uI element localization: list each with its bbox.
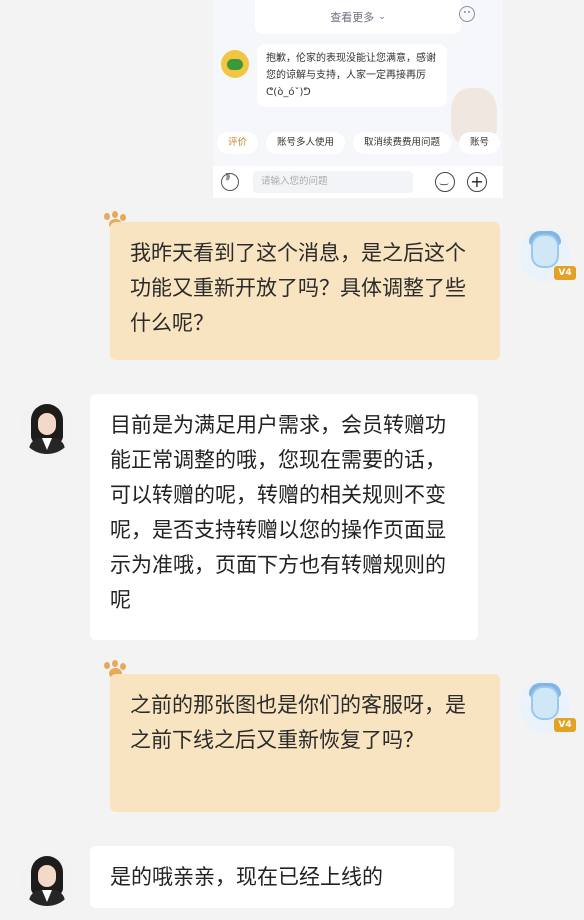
emoji-icon[interactable] — [435, 172, 455, 192]
chip-account[interactable]: 账号 — [459, 132, 501, 154]
chip-multi-user[interactable]: 账号多人使用 — [266, 132, 346, 154]
user-avatar-head — [531, 686, 559, 720]
user-avatar: V4 — [520, 680, 576, 734]
agent-avatar-face — [38, 413, 56, 435]
user-message-bubble: 之前的那张图也是你们的客服呀，是之前下线之后又重新恢复了吗？ — [110, 674, 500, 812]
embedded-question-input[interactable]: 请输入您的问题 — [253, 171, 413, 193]
vip-badge: V4 — [554, 266, 576, 280]
embedded-input-bar: 请输入您的问题 + — [213, 166, 503, 198]
embedded-chat-screenshot: 查看更多 ⌄ 抱歉，伦家的表现没能让您满意，感谢您的谅解与支持，人家一定再接再厉… — [213, 0, 503, 198]
view-more-button[interactable]: 查看更多 ⌄ — [255, 0, 461, 34]
chip-cancel-renewal[interactable]: 取消续费费用问题 — [353, 132, 452, 154]
voice-icon[interactable] — [221, 172, 239, 191]
user-avatar-head — [531, 234, 559, 268]
agent-avatar-face — [38, 865, 56, 887]
vip-badge: V4 — [554, 718, 576, 732]
bot-avatar — [221, 50, 249, 78]
plus-icon[interactable]: + — [467, 172, 487, 192]
agent-message-bubble: 目前是为满足用户需求，会员转赠功能正常调整的哦，您现在需要的话，可以转赠的呢，转… — [90, 394, 478, 640]
agent-message-bubble: 是的哦亲亲，现在已经上线的 — [90, 846, 454, 908]
bot-message-bubble: 抱歉，伦家的表现没能让您满意，感谢您的谅解与支持，人家一定再接再厉ᕦ(ò_óˇ)… — [257, 44, 447, 107]
chevron-down-icon: ⌄ — [378, 12, 386, 22]
user-avatar: V4 — [520, 228, 576, 282]
user-message-bubble: 我昨天看到了这个消息，是之后这个功能又重新开放了吗？具体调整了些什么呢？ — [110, 222, 500, 360]
agent-avatar — [20, 400, 74, 454]
view-more-label: 查看更多 — [330, 11, 375, 24]
feedback-face-icon[interactable] — [459, 6, 475, 22]
chip-rate[interactable]: 评价 — [217, 132, 259, 154]
quick-reply-chips: 评价 账号多人使用 取消续费费用问题 账号 — [217, 132, 501, 154]
agent-avatar — [20, 852, 74, 906]
